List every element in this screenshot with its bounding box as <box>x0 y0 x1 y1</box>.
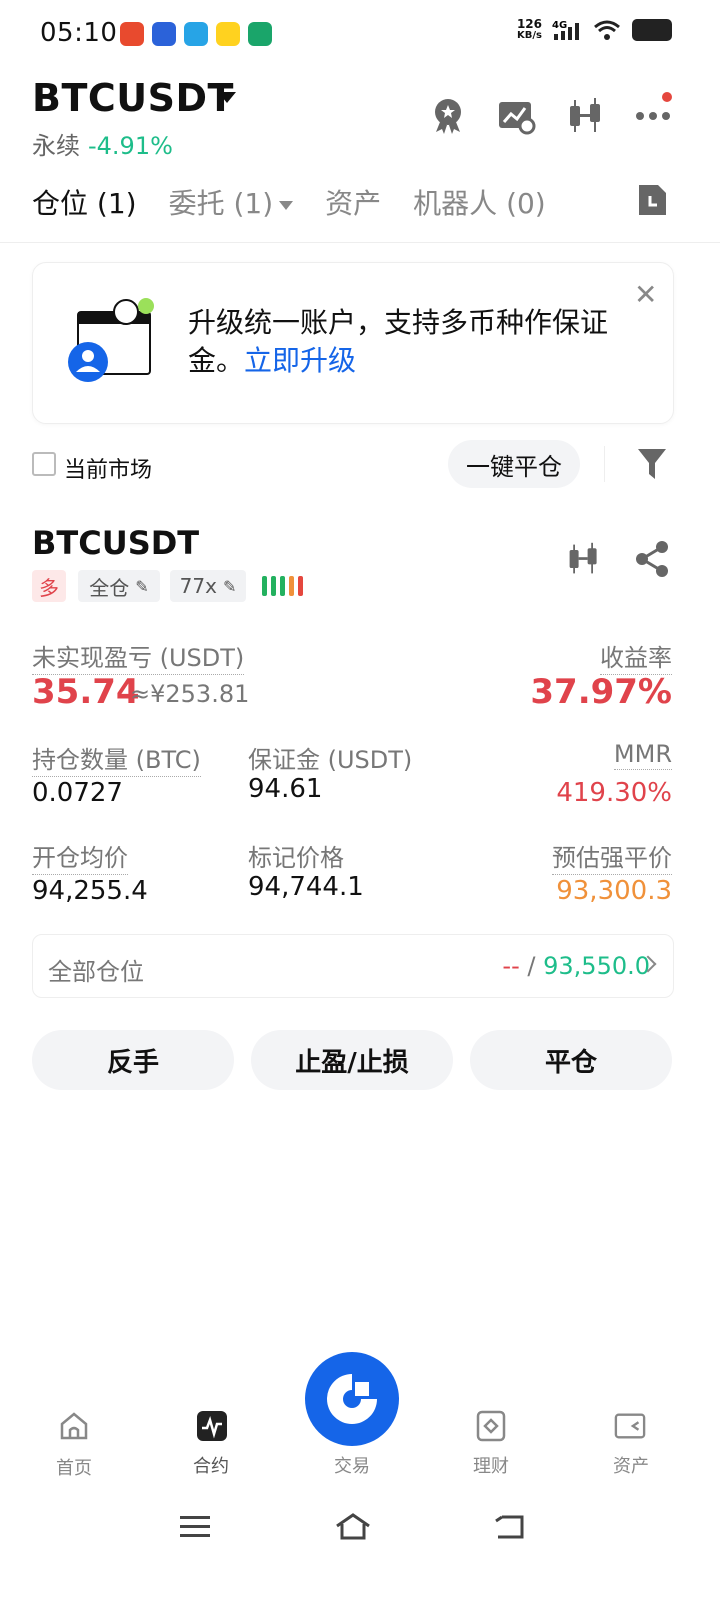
margin-mode-badge[interactable]: 全仓 ✎ <box>78 570 160 602</box>
contract-type: 永续 <box>32 132 80 160</box>
tab-orders-label: 委托 (1) <box>168 187 274 220</box>
divider <box>604 446 605 482</box>
futures-icon[interactable] <box>196 1410 228 1442</box>
upgrade-link[interactable]: 立即升级 <box>244 344 356 377</box>
nav-home-label[interactable]: 首页 <box>34 1454 114 1480</box>
position-size-value: 0.0727 <box>32 778 123 808</box>
assets-icon[interactable] <box>614 1410 646 1442</box>
tab-positions[interactable]: 仓位 (1) <box>32 182 137 222</box>
margin-mode-label: 全仓 <box>89 575 130 600</box>
more-icon[interactable] <box>634 96 674 136</box>
adl-bar <box>271 576 276 596</box>
edit-icon: ✎ <box>222 576 237 596</box>
margin-value[interactable]: 94.61 <box>248 774 322 804</box>
nav-assets-label[interactable]: 资产 <box>591 1452 671 1478</box>
menu-icon[interactable] <box>178 1512 212 1542</box>
sl-value: 93,550.0 <box>543 952 650 980</box>
position-symbol[interactable]: BTCUSDT <box>32 524 199 562</box>
back-icon[interactable] <box>492 1512 526 1542</box>
candlestick-icon[interactable] <box>566 96 606 136</box>
signal-icon: 4G <box>552 20 579 40</box>
system-home-icon[interactable] <box>334 1512 372 1542</box>
chevron-down-icon <box>279 200 294 210</box>
mmr-value: 419.30% <box>556 778 672 808</box>
price-change: -4.91% <box>88 132 173 160</box>
current-market-checkbox[interactable] <box>32 452 56 476</box>
leverage-badge[interactable]: 77x ✎ <box>170 570 246 602</box>
unrealized-pnl-value: 35.74 <box>32 672 140 712</box>
tpsl-button[interactable]: 止盈/止损 <box>251 1030 453 1090</box>
tab-bots[interactable]: 机器人 (0) <box>413 182 546 222</box>
leverage-label: 77x <box>179 574 217 598</box>
mark-price-label: 标记价格 <box>248 844 344 872</box>
close-position-button[interactable]: 平仓 <box>470 1030 672 1090</box>
tab-orders[interactable]: 委托 (1) <box>169 182 294 222</box>
contract-subtitle: 永续 -4.91% <box>32 126 173 161</box>
adl-bar <box>289 576 294 596</box>
wifi-icon <box>594 20 620 40</box>
net-speed-value: 126 <box>516 17 542 31</box>
notification-dot <box>662 92 672 102</box>
mark-price-value: 94,744.1 <box>248 872 364 902</box>
entry-price-value: 94,255.4 <box>32 876 148 906</box>
all-positions-label: 全部仓位 <box>48 958 144 986</box>
edit-icon: ✎ <box>135 576 149 596</box>
app-notification-icon <box>248 22 272 46</box>
position-tabs: 仓位 (1) 委托 (1) 资产 机器人 (0) <box>32 182 546 222</box>
reverse-button[interactable]: 反手 <box>32 1030 234 1090</box>
entry-price-label[interactable]: 开仓均价 <box>32 838 128 875</box>
system-indicators: 126 KB/s 4G <box>517 18 672 42</box>
adl-bar <box>280 576 285 596</box>
side-badge: 多 <box>32 570 66 602</box>
filter-icon[interactable] <box>636 446 668 482</box>
adl-bar <box>298 576 303 596</box>
app-notification-icon <box>216 22 240 46</box>
badge-icon[interactable] <box>428 96 468 136</box>
chart-settings-icon[interactable] <box>496 96 536 136</box>
liq-price-value: 93,300.3 <box>556 876 672 906</box>
tpsl-separator: / <box>527 952 536 980</box>
nav-trade-label[interactable]: 交易 <box>312 1452 392 1478</box>
adl-indicator <box>262 576 303 596</box>
net-speed: 126 KB/s <box>517 18 542 42</box>
tabs-divider <box>0 242 720 243</box>
status-time: 05:10 <box>40 18 118 48</box>
net-type: 4G <box>552 20 567 31</box>
all-positions-value: -- / 93,550.0 <box>502 952 650 980</box>
account-illustration-icon <box>68 298 154 382</box>
app-notification-icon <box>120 22 144 46</box>
unrealized-pnl-label[interactable]: 未实现盈亏 (USDT) <box>32 638 245 675</box>
margin-label: 保证金 (USDT) <box>248 746 413 774</box>
roe-value: 37.97% <box>530 672 672 712</box>
roe-label[interactable]: 收益率 <box>600 638 672 675</box>
symbol-dropdown-icon[interactable] <box>218 92 236 103</box>
tp-value: -- <box>502 952 520 980</box>
app-notification-icon <box>152 22 176 46</box>
home-icon[interactable] <box>58 1410 90 1442</box>
position-size-label[interactable]: 持仓数量 (BTC) <box>32 740 201 777</box>
banner-message: 升级统一账户，支持多币种作保证金。立即升级 <box>188 304 628 380</box>
mmr-label[interactable]: MMR <box>613 740 672 770</box>
close-all-button[interactable]: 一键平仓 <box>448 440 580 488</box>
trade-button[interactable] <box>305 1352 399 1446</box>
nav-earn-label[interactable]: 理财 <box>451 1452 531 1478</box>
candlestick-icon[interactable] <box>566 540 602 578</box>
close-icon[interactable]: ✕ <box>634 278 657 311</box>
notification-icons <box>120 22 272 46</box>
nav-futures-label[interactable]: 合约 <box>171 1452 251 1478</box>
tab-assets[interactable]: 资产 <box>325 182 381 222</box>
earn-icon[interactable] <box>475 1410 507 1442</box>
history-icon[interactable] <box>636 182 668 218</box>
app-notification-icon <box>184 22 208 46</box>
symbol-title[interactable]: BTCUSDT <box>32 76 234 120</box>
share-icon[interactable] <box>634 540 670 578</box>
liq-price-label[interactable]: 预估强平价 <box>552 838 672 875</box>
current-market-label: 当前市场 <box>64 458 153 483</box>
net-speed-unit: KB/s <box>516 30 542 41</box>
adl-bar <box>262 576 267 596</box>
battery-icon <box>632 19 672 41</box>
unrealized-pnl-fiat: ≈¥253.81 <box>130 680 250 708</box>
trade-logo-icon <box>327 1374 377 1424</box>
